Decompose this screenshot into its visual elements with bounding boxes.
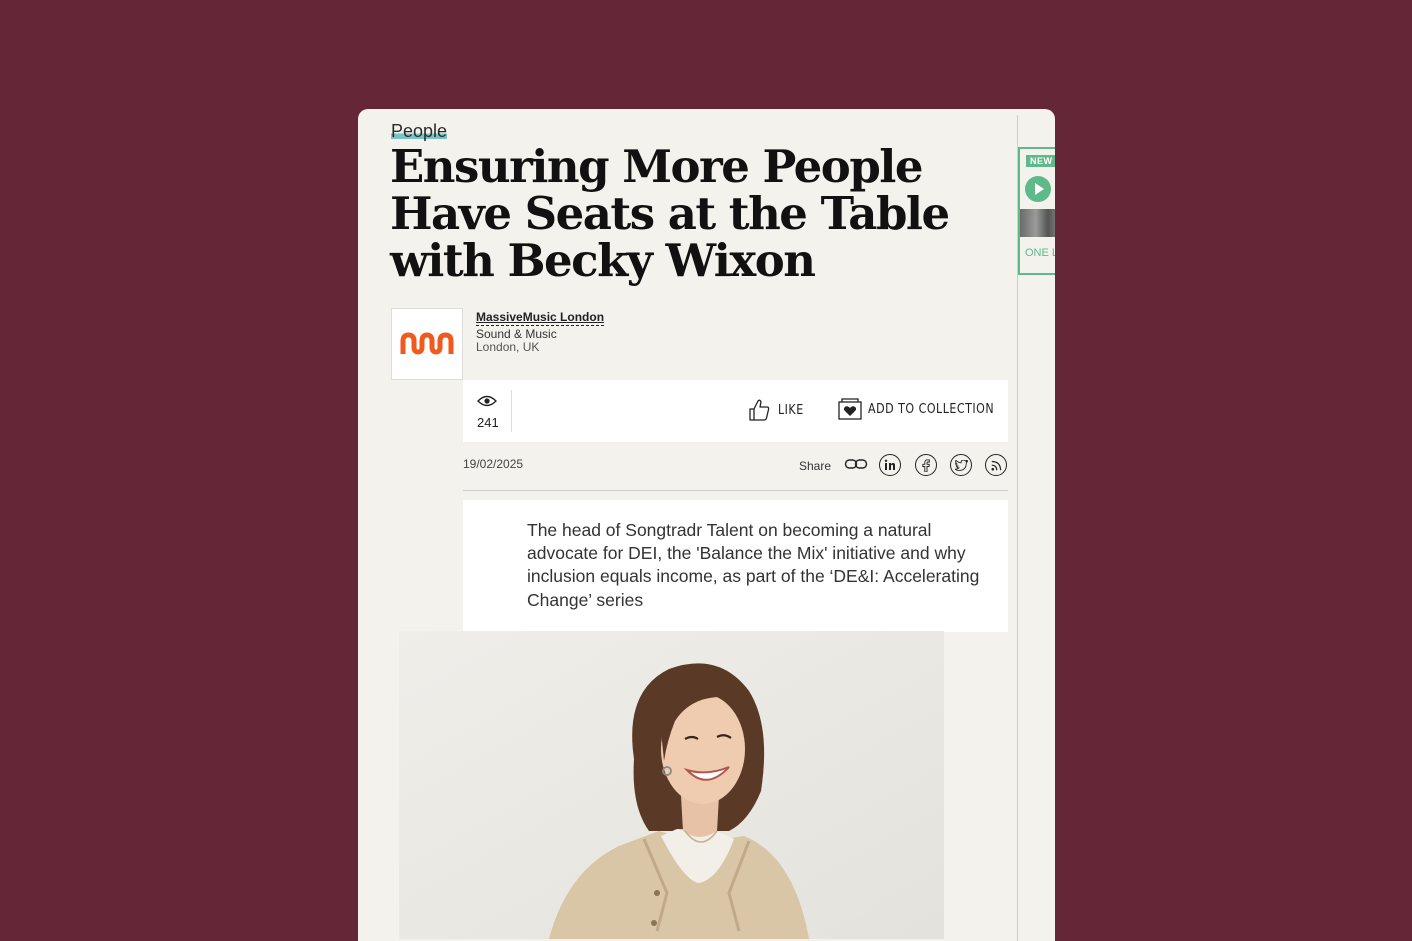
twitter-icon[interactable] bbox=[950, 454, 972, 476]
add-to-collection-button[interactable]: ADD TO COLLECTION bbox=[838, 398, 1016, 420]
thumbs-up-icon bbox=[749, 399, 770, 421]
linkedin-icon[interactable] bbox=[879, 454, 901, 476]
play-icon[interactable] bbox=[1025, 176, 1051, 202]
rss-icon[interactable] bbox=[985, 454, 1007, 476]
company-category: Sound & Music bbox=[476, 327, 557, 341]
section-divider bbox=[463, 490, 1008, 491]
company-location: London, UK bbox=[476, 340, 540, 354]
summary-panel: The head of Songtradr Talent on becoming… bbox=[463, 500, 1008, 632]
action-bar: 241 LIKE ADD TO COLLECTION bbox=[463, 380, 1008, 442]
category-link[interactable]: People bbox=[391, 121, 448, 142]
massivemusic-logo-icon bbox=[400, 332, 454, 355]
company-name-link[interactable]: MassiveMusic London bbox=[476, 310, 605, 326]
facebook-icon[interactable] bbox=[915, 454, 937, 476]
sidebar-promo[interactable]: NEW ONE L bbox=[1018, 147, 1055, 275]
article-summary: The head of Songtradr Talent on becoming… bbox=[527, 520, 980, 610]
promo-thumbnail[interactable] bbox=[1020, 209, 1055, 237]
portrait-photo bbox=[399, 631, 944, 939]
collection-heart-icon bbox=[838, 398, 862, 420]
link-icon[interactable] bbox=[844, 457, 868, 471]
publish-date: 19/02/2025 bbox=[463, 457, 524, 471]
views-count: 241 bbox=[477, 415, 499, 430]
promo-text: ONE L bbox=[1025, 247, 1055, 259]
new-badge: NEW bbox=[1026, 155, 1055, 167]
eye-icon bbox=[477, 395, 497, 407]
like-button[interactable]: LIKE bbox=[748, 398, 808, 422]
article-card: NEW ONE L People Ensuring More People Ha… bbox=[358, 109, 1055, 941]
article-title: Ensuring More People Have Seats at the T… bbox=[390, 140, 950, 287]
collection-label: ADD TO COLLECTION bbox=[868, 401, 995, 417]
share-label: Share bbox=[799, 459, 832, 473]
like-label: LIKE bbox=[778, 402, 804, 418]
article-hero-image bbox=[399, 631, 944, 939]
company-logo[interactable] bbox=[391, 308, 463, 380]
views-divider bbox=[511, 390, 512, 432]
